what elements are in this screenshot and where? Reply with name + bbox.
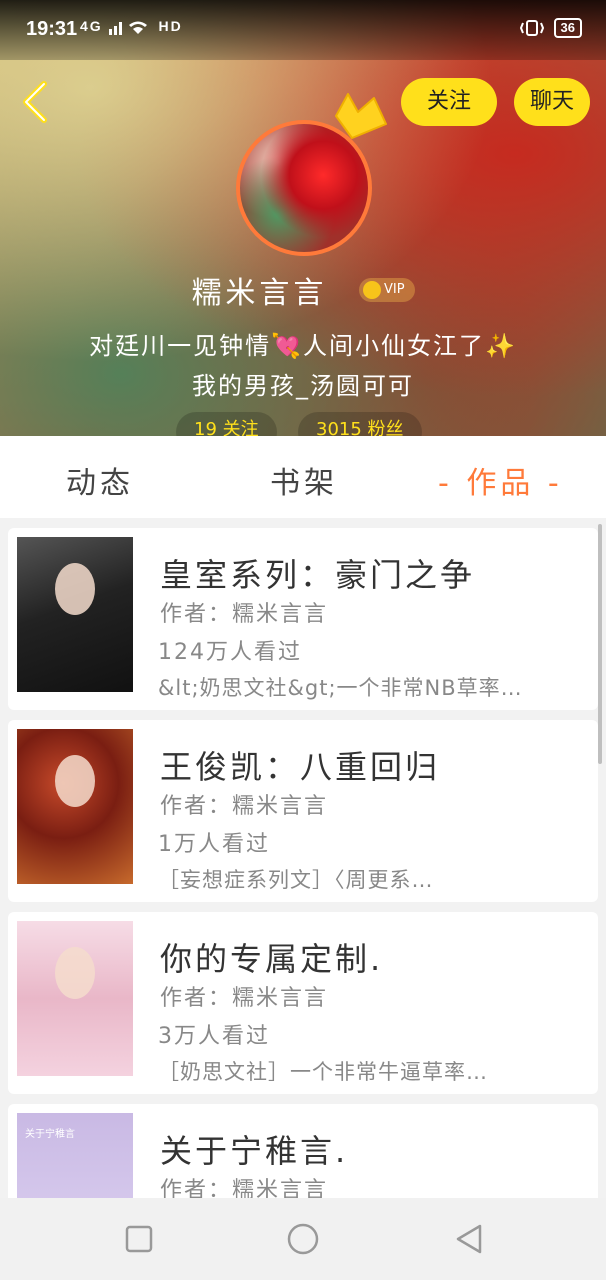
book-description: &lt;奶思文社&gt;一个非常NB草率… [158,676,523,700]
username-row: 糯米言言 VIP [0,268,606,312]
book-views: 3万人看过 [158,1024,270,1049]
book-description: ［奶思文社］一个非常牛逼草率… [158,1060,488,1084]
list-item[interactable]: 王俊凯：八重回归 作者：糯米言言 1万人看过 ［妄想症系列文］〈周更系… [8,720,598,902]
cover-portrait [55,755,95,807]
scrollbar[interactable] [598,524,602,764]
status-right: 36 [519,18,582,38]
network-type: 4G [80,18,103,34]
book-title: 关于宁稚言. [160,1132,349,1170]
vip-icon [362,280,381,299]
book-title: 王俊凯：八重回归 [160,748,441,786]
tab-bookshelf[interactable]: 书架 [270,458,338,502]
circle-icon[interactable] [286,1222,320,1256]
system-nav-bar [0,1198,606,1280]
list-item[interactable]: 皇室系列：豪门之争 作者：糯米言言 124万人看过 &lt;奶思文社&gt;一个… [8,528,598,710]
profile-tabs: 动态 书架 - 作品 - [0,436,606,518]
list-item[interactable]: 你的专属定制. 作者：糯米言言 3万人看过 ［奶思文社］一个非常牛逼草率… [8,912,598,1094]
follow-button[interactable]: 关注 [401,78,497,126]
book-views: 1万人看过 [158,832,270,857]
book-title: 你的专属定制. [160,940,384,978]
cover-label: 关于宁稚言 [25,1129,75,1140]
cover-portrait [55,563,95,615]
status-time: 19:31 [26,18,78,40]
triangle-back-icon[interactable] [452,1222,486,1256]
book-cover [17,921,133,1076]
status-bar: 19:31 4G HD 36 [0,0,606,60]
bio-line-2: 我的男孩_汤圆可可 [192,372,414,400]
book-cover [17,537,133,692]
back-chevron-icon[interactable] [16,80,56,124]
vibrate-icon [519,20,544,36]
vip-badge: VIP [358,278,415,302]
username: 糯米言言 [191,276,328,311]
book-description: ［妄想症系列文］〈周更系… [158,868,434,892]
bio-line-1: 对廷川一见钟情💘人间小仙女江了✨ [89,332,517,360]
crown-icon [335,93,387,139]
book-title: 皇室系列：豪门之争 [160,556,476,594]
book-cover [17,729,133,884]
tab-works[interactable]: - 作品 - [438,458,563,502]
book-views: 124万人看过 [158,640,302,665]
square-icon[interactable] [122,1222,156,1256]
chat-button[interactable]: 聊天 [514,78,590,126]
tab-dynamic[interactable]: 动态 [66,458,134,502]
wifi-icon [108,21,147,36]
book-author: 作者：糯米言言 [160,602,329,627]
vip-label: VIP [383,282,405,297]
battery-icon: 36 [553,18,582,38]
book-author: 作者：糯米言言 [160,794,329,819]
book-author: 作者：糯米言言 [160,986,329,1011]
cover-portrait [55,947,95,999]
hd-label: HD [158,18,183,34]
signal-icon: 4G HD [80,18,183,36]
